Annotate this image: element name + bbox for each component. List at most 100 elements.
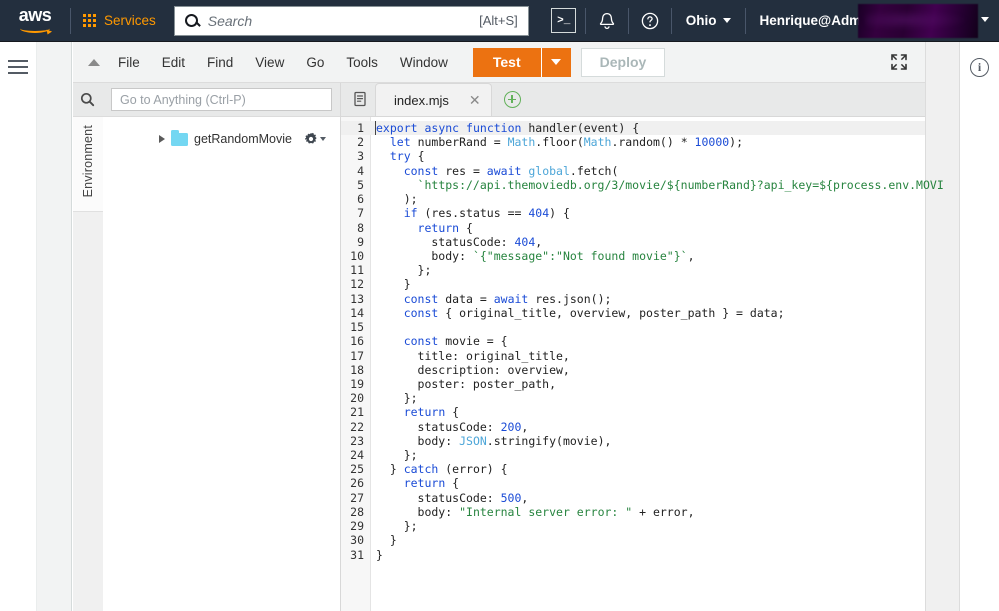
line-number: 3 (357, 149, 364, 164)
line-number: 25 (350, 462, 364, 477)
left-rail-spacer (36, 42, 72, 611)
code-content[interactable]: export async function handler(event) { l… (371, 117, 944, 562)
code-line: if (res.status == 404) { (403, 206, 570, 221)
global-search-box[interactable]: [Alt+S] (173, 5, 529, 36)
chevron-down-icon[interactable] (981, 17, 989, 22)
code-line: let numberRand = Math.floor(Math.random(… (389, 135, 744, 150)
environment-tab[interactable]: Environment (72, 117, 103, 213)
code-line: title: original_title, (376, 348, 570, 363)
environment-tab-label: Environment (80, 125, 95, 198)
line-number: 12 (350, 277, 364, 292)
code-line: `https://api.themoviedb.org/3/movie/${nu… (417, 177, 944, 192)
line-number: 21 (350, 405, 364, 420)
line-number: 4 (357, 163, 364, 178)
tree-item-getrandommovie[interactable]: getRandomMovie - (103, 128, 340, 150)
search-shortcut-hint: [Alt+S] (479, 13, 518, 28)
cloudshell-button[interactable]: >_ (543, 0, 585, 42)
menu-view[interactable]: View (244, 42, 295, 83)
line-number-gutter: 1 2 3 4 5 6 7 8 9 10 11 12 13 14 15 16 17 18 19 20 21 22 23 24 2… (341, 117, 371, 611)
code-line: body: "Internal server error: " + error, (376, 504, 695, 519)
chevron-right-icon[interactable] (159, 135, 165, 143)
aws-logo-text: aws (18, 5, 52, 25)
code-line: } catch (error) { (376, 462, 508, 477)
file-explorer-panel: getRandomMovie - (103, 83, 341, 611)
goto-anything-input[interactable] (111, 88, 332, 111)
code-area[interactable]: 1 2 3 4 5 6 7 8 9 10 11 12 13 14 15 16 17 18 19 20 21 22 23 24 2… (341, 117, 960, 611)
close-icon[interactable]: ✕ (469, 93, 481, 107)
deploy-button[interactable]: Deploy (580, 47, 666, 77)
code-line: } (376, 547, 383, 562)
chevron-down-icon (320, 137, 326, 141)
code-line: }; (376, 263, 432, 278)
help-circle-icon (641, 12, 659, 29)
code-line: body: `{"message":"Not found movie"}`, (376, 248, 695, 263)
gear-icon (305, 132, 317, 144)
code-scroll-region[interactable]: export async function handler(event) { l… (371, 117, 944, 611)
line-number: 9 (357, 234, 364, 249)
code-line: const { original_title, overview, poster… (403, 305, 785, 320)
info-circle-icon[interactable]: i (970, 58, 989, 77)
line-number: 23 (350, 433, 364, 448)
cloudshell-icon: >_ (551, 8, 577, 33)
line-number: 8 (357, 220, 364, 235)
hamburger-menu-icon[interactable] (8, 60, 28, 74)
goto-anything-row (103, 83, 340, 117)
region-selector[interactable]: Ohio (672, 0, 745, 42)
line-number: 31 (350, 547, 364, 562)
code-line: const data = await res.json(); (403, 291, 612, 306)
collapse-up-icon[interactable] (81, 42, 107, 83)
fullscreen-icon (891, 54, 907, 70)
tree-gear-button[interactable] (304, 132, 326, 146)
explorer-search-button[interactable] (72, 83, 103, 117)
test-dropdown-button[interactable] (540, 47, 571, 77)
aws-logo[interactable]: aws (0, 0, 70, 42)
code-line: }; (376, 448, 418, 463)
line-number: 16 (350, 334, 364, 349)
help-button[interactable] (629, 0, 671, 42)
code-line: poster: poster_path, (376, 376, 557, 391)
line-number: 13 (350, 291, 364, 306)
line-number: 20 (350, 391, 364, 406)
code-line: ); (376, 192, 418, 207)
line-number: 18 (350, 362, 364, 377)
account-label: Henrique@Admin (759, 13, 874, 28)
line-number: 14 (350, 305, 364, 320)
menu-window[interactable]: Window (389, 42, 459, 83)
editor-tab-bar: index.mjs ✕ (341, 83, 960, 117)
menu-go[interactable]: Go (295, 42, 335, 83)
line-number: 30 (350, 533, 364, 548)
line-number: 11 (350, 263, 364, 278)
line-number: 7 (357, 206, 364, 221)
code-line: }; (376, 519, 418, 534)
lambda-code-editor: File Edit Find View Go Tools Window Test… (72, 42, 960, 611)
menu-find[interactable]: Find (196, 42, 244, 83)
line-number: 29 (350, 519, 364, 534)
code-line: const movie = { (403, 334, 508, 349)
menu-edit[interactable]: Edit (151, 42, 196, 83)
search-icon (184, 14, 198, 27)
test-button-group: Test (472, 47, 571, 77)
file-list-icon[interactable] (345, 82, 375, 116)
code-line: return { (403, 405, 460, 420)
code-line: statusCode: 404, (376, 234, 543, 249)
aws-logo-smile (20, 24, 50, 33)
line-number: 27 (350, 490, 364, 505)
menu-tools[interactable]: Tools (335, 42, 389, 83)
line-number: 26 (350, 476, 364, 491)
menu-file[interactable]: File (107, 42, 151, 83)
code-line: body: JSON.stringify(movie), (376, 433, 612, 448)
grid-icon (83, 14, 96, 27)
test-button[interactable]: Test (472, 47, 541, 77)
services-label: Services (104, 13, 156, 28)
fullscreen-button[interactable] (882, 42, 916, 83)
code-line: description: overview, (376, 362, 570, 377)
editor-tab-index-mjs[interactable]: index.mjs ✕ (375, 83, 492, 116)
plus-circle-icon[interactable] (503, 91, 521, 108)
redacted-account-region (858, 4, 978, 38)
line-number: 24 (350, 448, 364, 463)
notifications-button[interactable] (586, 0, 628, 42)
line-number: 17 (350, 348, 364, 363)
services-menu-button[interactable]: Services (71, 0, 168, 42)
editor-column: index.mjs ✕ 1 2 3 4 5 6 7 8 9 10 11 12 13 14 15 16 17 18 1… (341, 83, 960, 611)
search-input[interactable] (207, 12, 474, 29)
